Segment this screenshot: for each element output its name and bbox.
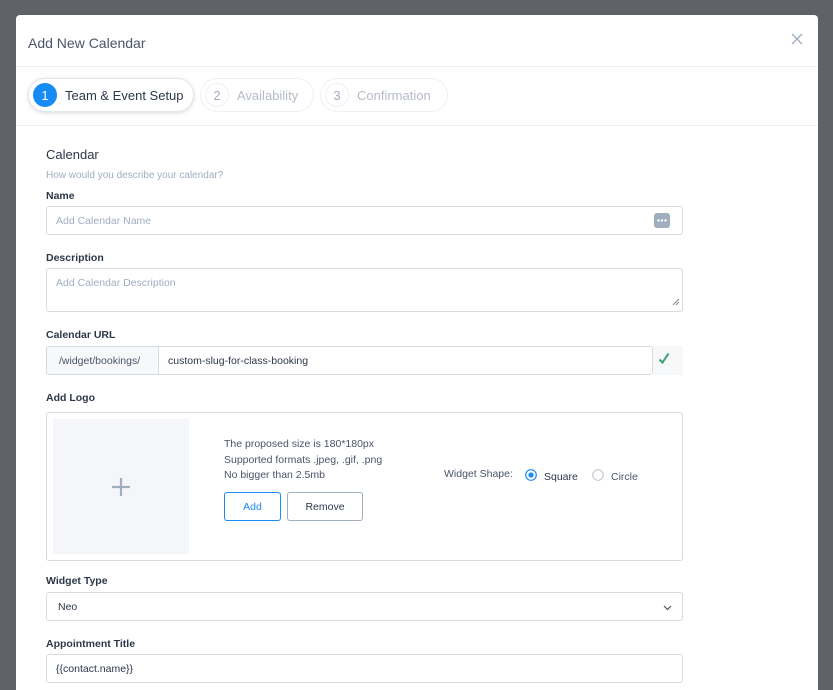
- step-confirmation[interactable]: 3 Confirmation: [320, 78, 448, 112]
- radio-unselected-icon[interactable]: [592, 468, 604, 486]
- step-label: Team & Event Setup: [65, 87, 184, 103]
- name-label: Name: [46, 190, 75, 202]
- step-number: 2: [205, 83, 229, 107]
- logo-upload-box: The proposed size is 180*180px Supported…: [46, 412, 683, 561]
- section-subtitle: How would you describe your calendar?: [46, 170, 224, 181]
- appointment-title-value: {{contact.name}}: [56, 663, 134, 675]
- stepper: 1 Team & Event Setup 2 Availability 3 Co…: [16, 67, 818, 126]
- step-number: 1: [33, 83, 57, 107]
- modal-header: Add New Calendar: [16, 15, 818, 67]
- step-availability[interactable]: 2 Availability: [200, 78, 314, 112]
- radio-selected-icon[interactable]: [525, 468, 537, 486]
- appointment-title-label: Appointment Title: [46, 638, 136, 650]
- shape-option-label: Square: [544, 471, 578, 483]
- remove-logo-button[interactable]: Remove: [287, 492, 363, 521]
- description-textarea[interactable]: Add Calendar Description: [46, 268, 683, 312]
- step-label: Confirmation: [357, 87, 431, 103]
- logo-hint-formats: Supported formats .jpeg, .gif, .png: [224, 453, 383, 466]
- step-label: Availability: [237, 87, 299, 103]
- add-logo-label: Add Logo: [46, 392, 95, 404]
- logo-hint-size: The proposed size is 180*180px: [224, 438, 375, 450]
- step-team-event-setup[interactable]: 1 Team & Event Setup: [28, 78, 194, 112]
- section-title: Calendar: [46, 147, 99, 162]
- widget-type-select[interactable]: Neo: [46, 592, 683, 621]
- url-valid-indicator: [653, 346, 683, 375]
- widget-shape-label: Widget Shape:: [444, 468, 513, 480]
- check-icon: [658, 352, 670, 370]
- close-icon[interactable]: [790, 32, 804, 46]
- add-logo-button[interactable]: Add: [224, 492, 281, 521]
- resize-handle-icon[interactable]: [672, 297, 680, 309]
- url-prefix: /widget/bookings/: [46, 346, 159, 375]
- logo-dropzone[interactable]: [53, 419, 189, 554]
- step-number: 3: [325, 83, 349, 107]
- calendar-slug-input[interactable]: custom-slug-for-class-booking: [158, 346, 653, 375]
- shape-option-label: Circle: [611, 471, 638, 483]
- shape-option-square[interactable]: Square: [525, 468, 578, 486]
- description-placeholder: Add Calendar Description: [56, 277, 176, 289]
- name-placeholder: Add Calendar Name: [56, 215, 152, 227]
- slug-value: custom-slug-for-class-booking: [168, 355, 309, 367]
- plus-icon: [111, 477, 131, 502]
- logo-hint-limit: No bigger than 2.5mb: [224, 469, 325, 481]
- more-options-icon[interactable]: [654, 213, 670, 231]
- description-label: Description: [46, 252, 104, 264]
- add-calendar-modal: Add New Calendar 1 Team & Event Setup 2 …: [16, 15, 818, 690]
- widget-type-value: Neo: [58, 601, 78, 613]
- logo-hints: The proposed size is 180*180px Supported…: [224, 437, 382, 484]
- calendar-url-label: Calendar URL: [46, 329, 116, 341]
- appointment-title-input[interactable]: {{contact.name}}: [46, 654, 683, 683]
- modal-title: Add New Calendar: [28, 35, 146, 51]
- calendar-name-input[interactable]: Add Calendar Name: [46, 206, 683, 235]
- widget-type-label: Widget Type: [46, 575, 108, 587]
- url-prefix-text: /widget/bookings/: [59, 355, 141, 367]
- shape-option-circle[interactable]: Circle: [592, 468, 638, 486]
- chevron-down-icon: [663, 603, 672, 615]
